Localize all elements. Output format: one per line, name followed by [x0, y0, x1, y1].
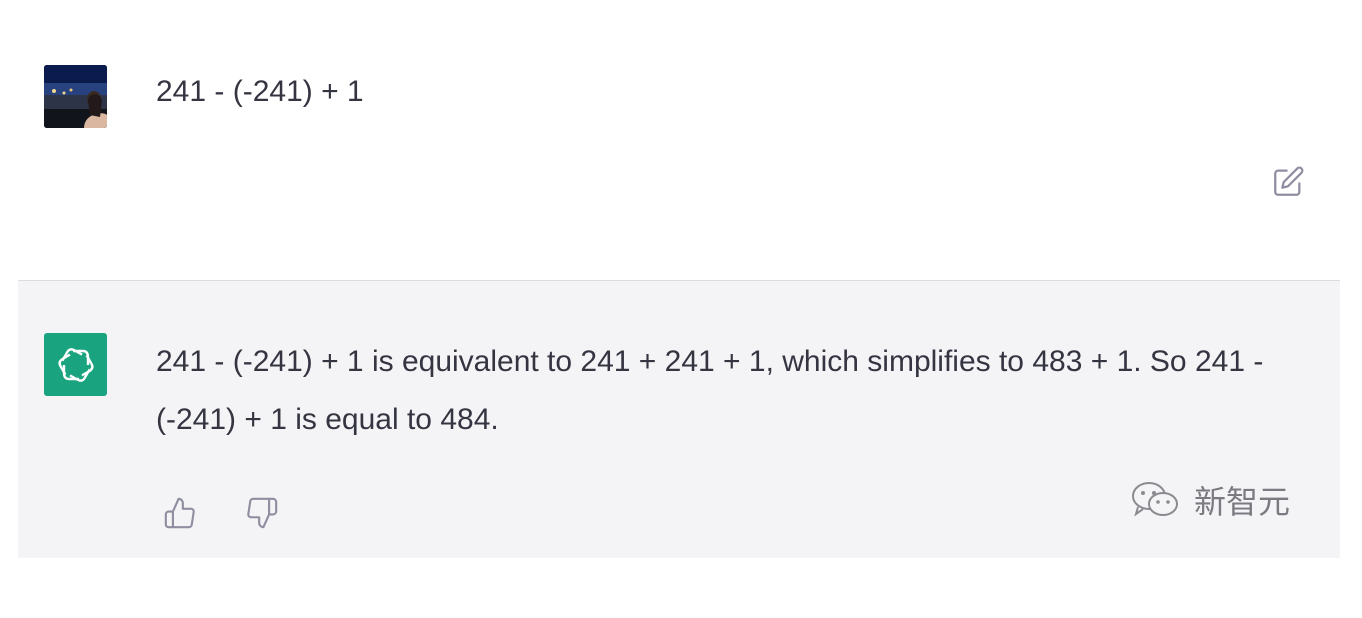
edit-pencil-icon [1274, 166, 1304, 196]
user-message-text: 241 - (-241) + 1 [156, 75, 364, 108]
watermark: 新智元 [1130, 477, 1290, 523]
thumbs-up-button[interactable] [160, 493, 200, 533]
chat-page: 241 - (-241) + 1 241 - (-241) + 1 is equ… [0, 0, 1362, 618]
user-message: 241 - (-241) + 1 [0, 0, 1362, 280]
wechat-icon [1132, 482, 1178, 517]
thumbs-down-button[interactable] [242, 493, 282, 533]
assistant-avatar [44, 333, 107, 396]
assistant-message: 241 - (-241) + 1 is equivalent to 241 + … [18, 281, 1340, 558]
openai-logo-icon [57, 347, 94, 382]
assistant-message-text: 241 - (-241) + 1 is equivalent to 241 + … [156, 345, 1264, 436]
thumbs-up-icon [164, 497, 195, 529]
watermark-text: 新智元 [1194, 483, 1291, 521]
thumbs-down-icon [247, 497, 278, 529]
edit-message-button[interactable] [1270, 164, 1306, 200]
user-avatar [44, 65, 107, 128]
